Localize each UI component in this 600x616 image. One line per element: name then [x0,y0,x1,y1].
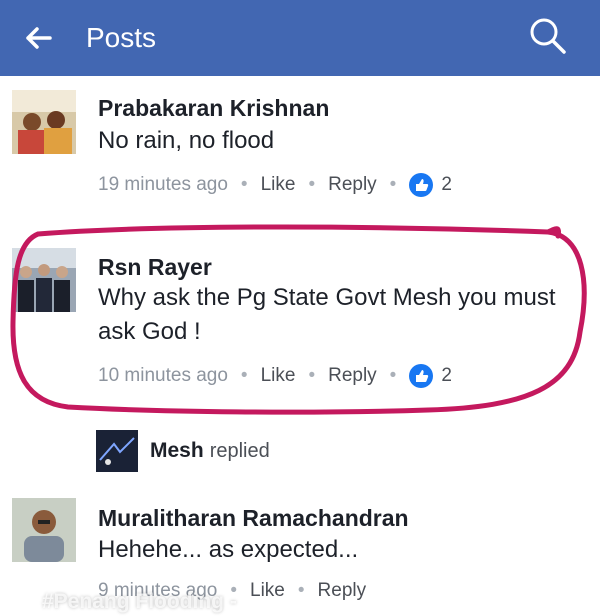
separator: • [240,174,248,195]
comment-author[interactable]: Rsn Rayer [98,254,212,281]
like-count[interactable]: 2 [441,365,452,387]
avatar-photo [12,498,76,562]
like-button[interactable]: Like [250,580,285,602]
search-button[interactable] [526,14,570,58]
separator: • [308,365,316,386]
avatar-photo [12,90,76,154]
avatar[interactable] [12,90,76,154]
comment-author[interactable]: Muralitharan Ramachandran [98,505,409,532]
replies-link[interactable]: Mesh replied [96,430,270,472]
separator: • [308,174,316,195]
separator: • [297,580,305,601]
like-button[interactable]: Like [261,365,296,387]
app-header: Posts [0,0,600,76]
reply-button[interactable]: Reply [318,580,367,602]
arrow-left-icon [26,27,52,49]
like-count[interactable]: 2 [441,174,452,196]
reply-button[interactable]: Reply [328,174,377,196]
avatar[interactable] [12,498,76,562]
reply-action: replied [209,439,270,462]
thumbs-up-icon [409,173,434,197]
back-button[interactable] [20,20,56,56]
page-title: Posts [86,22,157,53]
comment-author[interactable]: Prabakaran Krishnan [98,95,329,122]
avatar[interactable] [12,248,76,312]
comment-time: 10 minutes ago [98,365,228,386]
separator: • [389,174,397,195]
avatar [96,430,138,472]
thumbs-up-icon [409,364,434,388]
separator: • [240,365,248,386]
avatar-photo [12,248,76,312]
like-button[interactable]: Like [261,174,296,196]
reply-button[interactable]: Reply [328,365,377,387]
separator: • [389,365,397,386]
comment-meta: 10 minutes ago • Like • Reply • 2 [98,364,452,388]
search-icon [530,18,566,54]
comment-text: Why ask the Pg State Govt Mesh you must … [98,284,556,345]
comment-time: 19 minutes ago [98,174,228,195]
comment-text: Hehehe... as expected... [98,536,359,563]
comment-text: No rain, no flood [98,127,275,154]
comment-meta: 19 minutes ago • Like • Reply • 2 [98,173,452,197]
watermark: #Penang Flooding - [42,590,237,613]
reply-author: Mesh [150,439,204,462]
